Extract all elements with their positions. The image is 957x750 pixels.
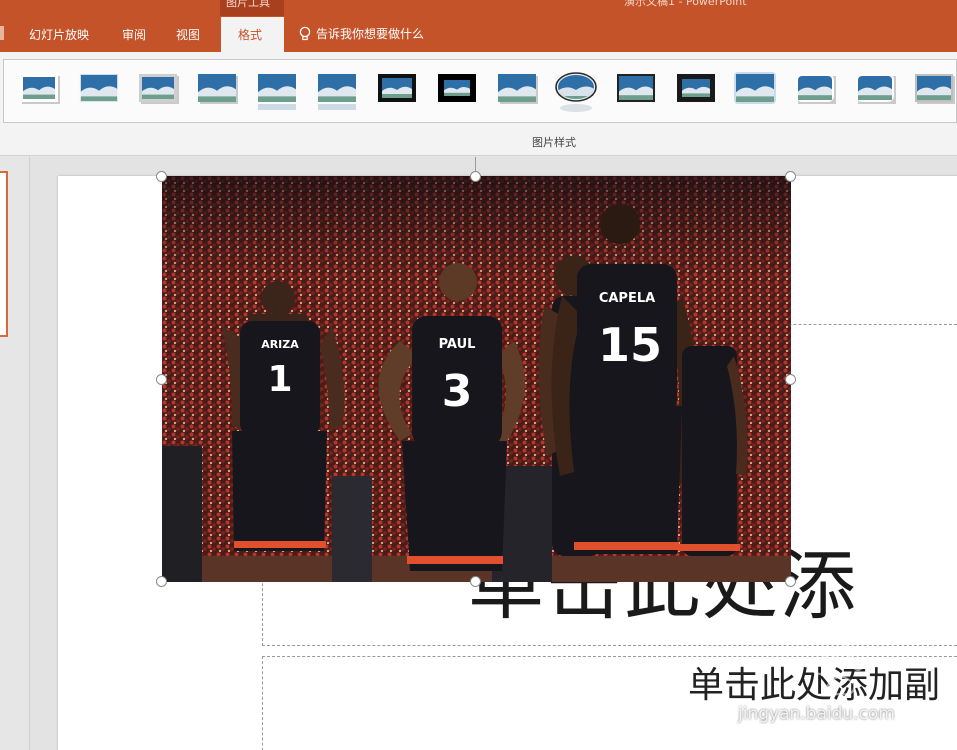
watermark-text: jingyan.baidu.com bbox=[738, 704, 895, 724]
picture-style-snip-diagonal-corner[interactable] bbox=[852, 70, 898, 110]
tab-view[interactable]: 视图 bbox=[176, 26, 200, 43]
svg-text:CAPELA: CAPELA bbox=[599, 291, 655, 306]
picture-style-soft-edge-rectangle[interactable] bbox=[76, 70, 122, 110]
tell-me-search[interactable]: 告诉我你想要做什么 bbox=[298, 25, 424, 42]
svg-text:ARIZA: ARIZA bbox=[261, 338, 299, 351]
landscape-thumbnail-icon bbox=[734, 72, 776, 104]
resize-handle-top-left[interactable] bbox=[156, 171, 167, 182]
basketball-photo: ARIZA 1 PAUL 3 CAPELA 15 bbox=[162, 176, 791, 582]
landscape-thumbnail-icon bbox=[258, 74, 296, 110]
svg-text:PAUL: PAUL bbox=[439, 337, 476, 352]
picture-style-center-shadow-rectangle[interactable] bbox=[494, 70, 540, 110]
baidu-paw-icon bbox=[814, 644, 864, 696]
tab-slideshow[interactable]: 幻灯片放映 bbox=[29, 26, 89, 43]
picture-style-thick-frame-black[interactable] bbox=[673, 70, 719, 110]
svg-text:15: 15 bbox=[598, 318, 662, 372]
picture-style-soft-glow-rectangle[interactable] bbox=[732, 70, 778, 110]
resize-handle-bottom[interactable] bbox=[470, 576, 481, 587]
landscape-thumbnail-icon bbox=[498, 74, 538, 104]
landscape-thumbnail-icon bbox=[677, 74, 715, 102]
contextual-tab-group: 图片工具 bbox=[220, 0, 284, 16]
tab-edge-marker bbox=[0, 26, 4, 40]
picture-style-metal-frame[interactable] bbox=[911, 70, 957, 110]
powerpoint-window: 图片工具 演示文稿1 - PowerPoint 幻灯片放映 审阅 视图 格式 告… bbox=[0, 0, 957, 750]
tab-format-label: 格式 bbox=[238, 28, 263, 42]
resize-handle-top-right[interactable] bbox=[785, 171, 796, 182]
landscape-thumbnail-icon bbox=[438, 74, 476, 102]
resize-handle-top[interactable] bbox=[470, 171, 481, 182]
ribbon-tab-bar: 图片工具 演示文稿1 - PowerPoint 幻灯片放映 审阅 视图 格式 告… bbox=[0, 0, 957, 52]
landscape-thumbnail-icon bbox=[198, 74, 238, 104]
resize-handle-left[interactable] bbox=[156, 374, 167, 385]
svg-text:3: 3 bbox=[442, 366, 473, 417]
picture-styles-group-label: 图片样式 bbox=[532, 136, 576, 149]
inserted-picture[interactable]: ARIZA 1 PAUL 3 CAPELA 15 bbox=[162, 176, 791, 582]
picture-style-simple-frame-white[interactable] bbox=[16, 70, 62, 110]
slide-thumbnail-pane[interactable] bbox=[0, 157, 30, 750]
landscape-thumbnail-icon bbox=[79, 73, 119, 103]
picture-style-drop-shadow-rectangle[interactable] bbox=[194, 70, 240, 110]
selected-slide-thumbnail[interactable] bbox=[0, 171, 8, 337]
landscape-thumbnail-icon bbox=[856, 74, 896, 104]
landscape-thumbnail-icon bbox=[555, 72, 597, 112]
picture-style-thick-matte-black[interactable] bbox=[434, 70, 480, 110]
landscape-thumbnail-icon bbox=[318, 74, 356, 110]
picture-style-reflected-rounded-rectangle[interactable] bbox=[254, 70, 300, 110]
picture-style-rounded-diagonal-corner[interactable] bbox=[792, 70, 838, 110]
landscape-thumbnail-icon bbox=[617, 74, 655, 102]
landscape-thumbnail-icon bbox=[378, 74, 416, 102]
resize-handle-right[interactable] bbox=[785, 374, 796, 385]
contextual-tab-group-label: 图片工具 bbox=[226, 0, 270, 9]
resize-handle-bottom-right[interactable] bbox=[785, 576, 796, 587]
landscape-thumbnail-icon bbox=[20, 74, 60, 104]
tab-review[interactable]: 审阅 bbox=[122, 26, 146, 43]
picture-style-thick-black-frame[interactable] bbox=[374, 70, 420, 110]
landscape-thumbnail-icon bbox=[796, 74, 836, 104]
tell-me-text: 告诉我你想要做什么 bbox=[316, 27, 425, 41]
picture-style-double-frame-black[interactable] bbox=[613, 70, 659, 110]
ribbon-format: 图片样式 bbox=[0, 52, 957, 156]
lightbulb-icon bbox=[299, 26, 311, 40]
resize-handle-bottom-left[interactable] bbox=[156, 576, 167, 587]
landscape-thumbnail-icon bbox=[915, 74, 955, 104]
tab-format[interactable]: 格式 bbox=[221, 17, 284, 52]
picture-styles-gallery bbox=[3, 59, 957, 123]
window-title: 演示文稿1 - PowerPoint bbox=[624, 0, 747, 8]
picture-style-oval-reflection[interactable] bbox=[553, 70, 599, 112]
landscape-thumbnail-icon bbox=[139, 74, 179, 104]
svg-text:1: 1 bbox=[267, 359, 292, 400]
picture-style-simple-frame-black-shadow[interactable] bbox=[135, 70, 181, 110]
picture-style-soft-edge-reflection[interactable] bbox=[314, 70, 360, 110]
